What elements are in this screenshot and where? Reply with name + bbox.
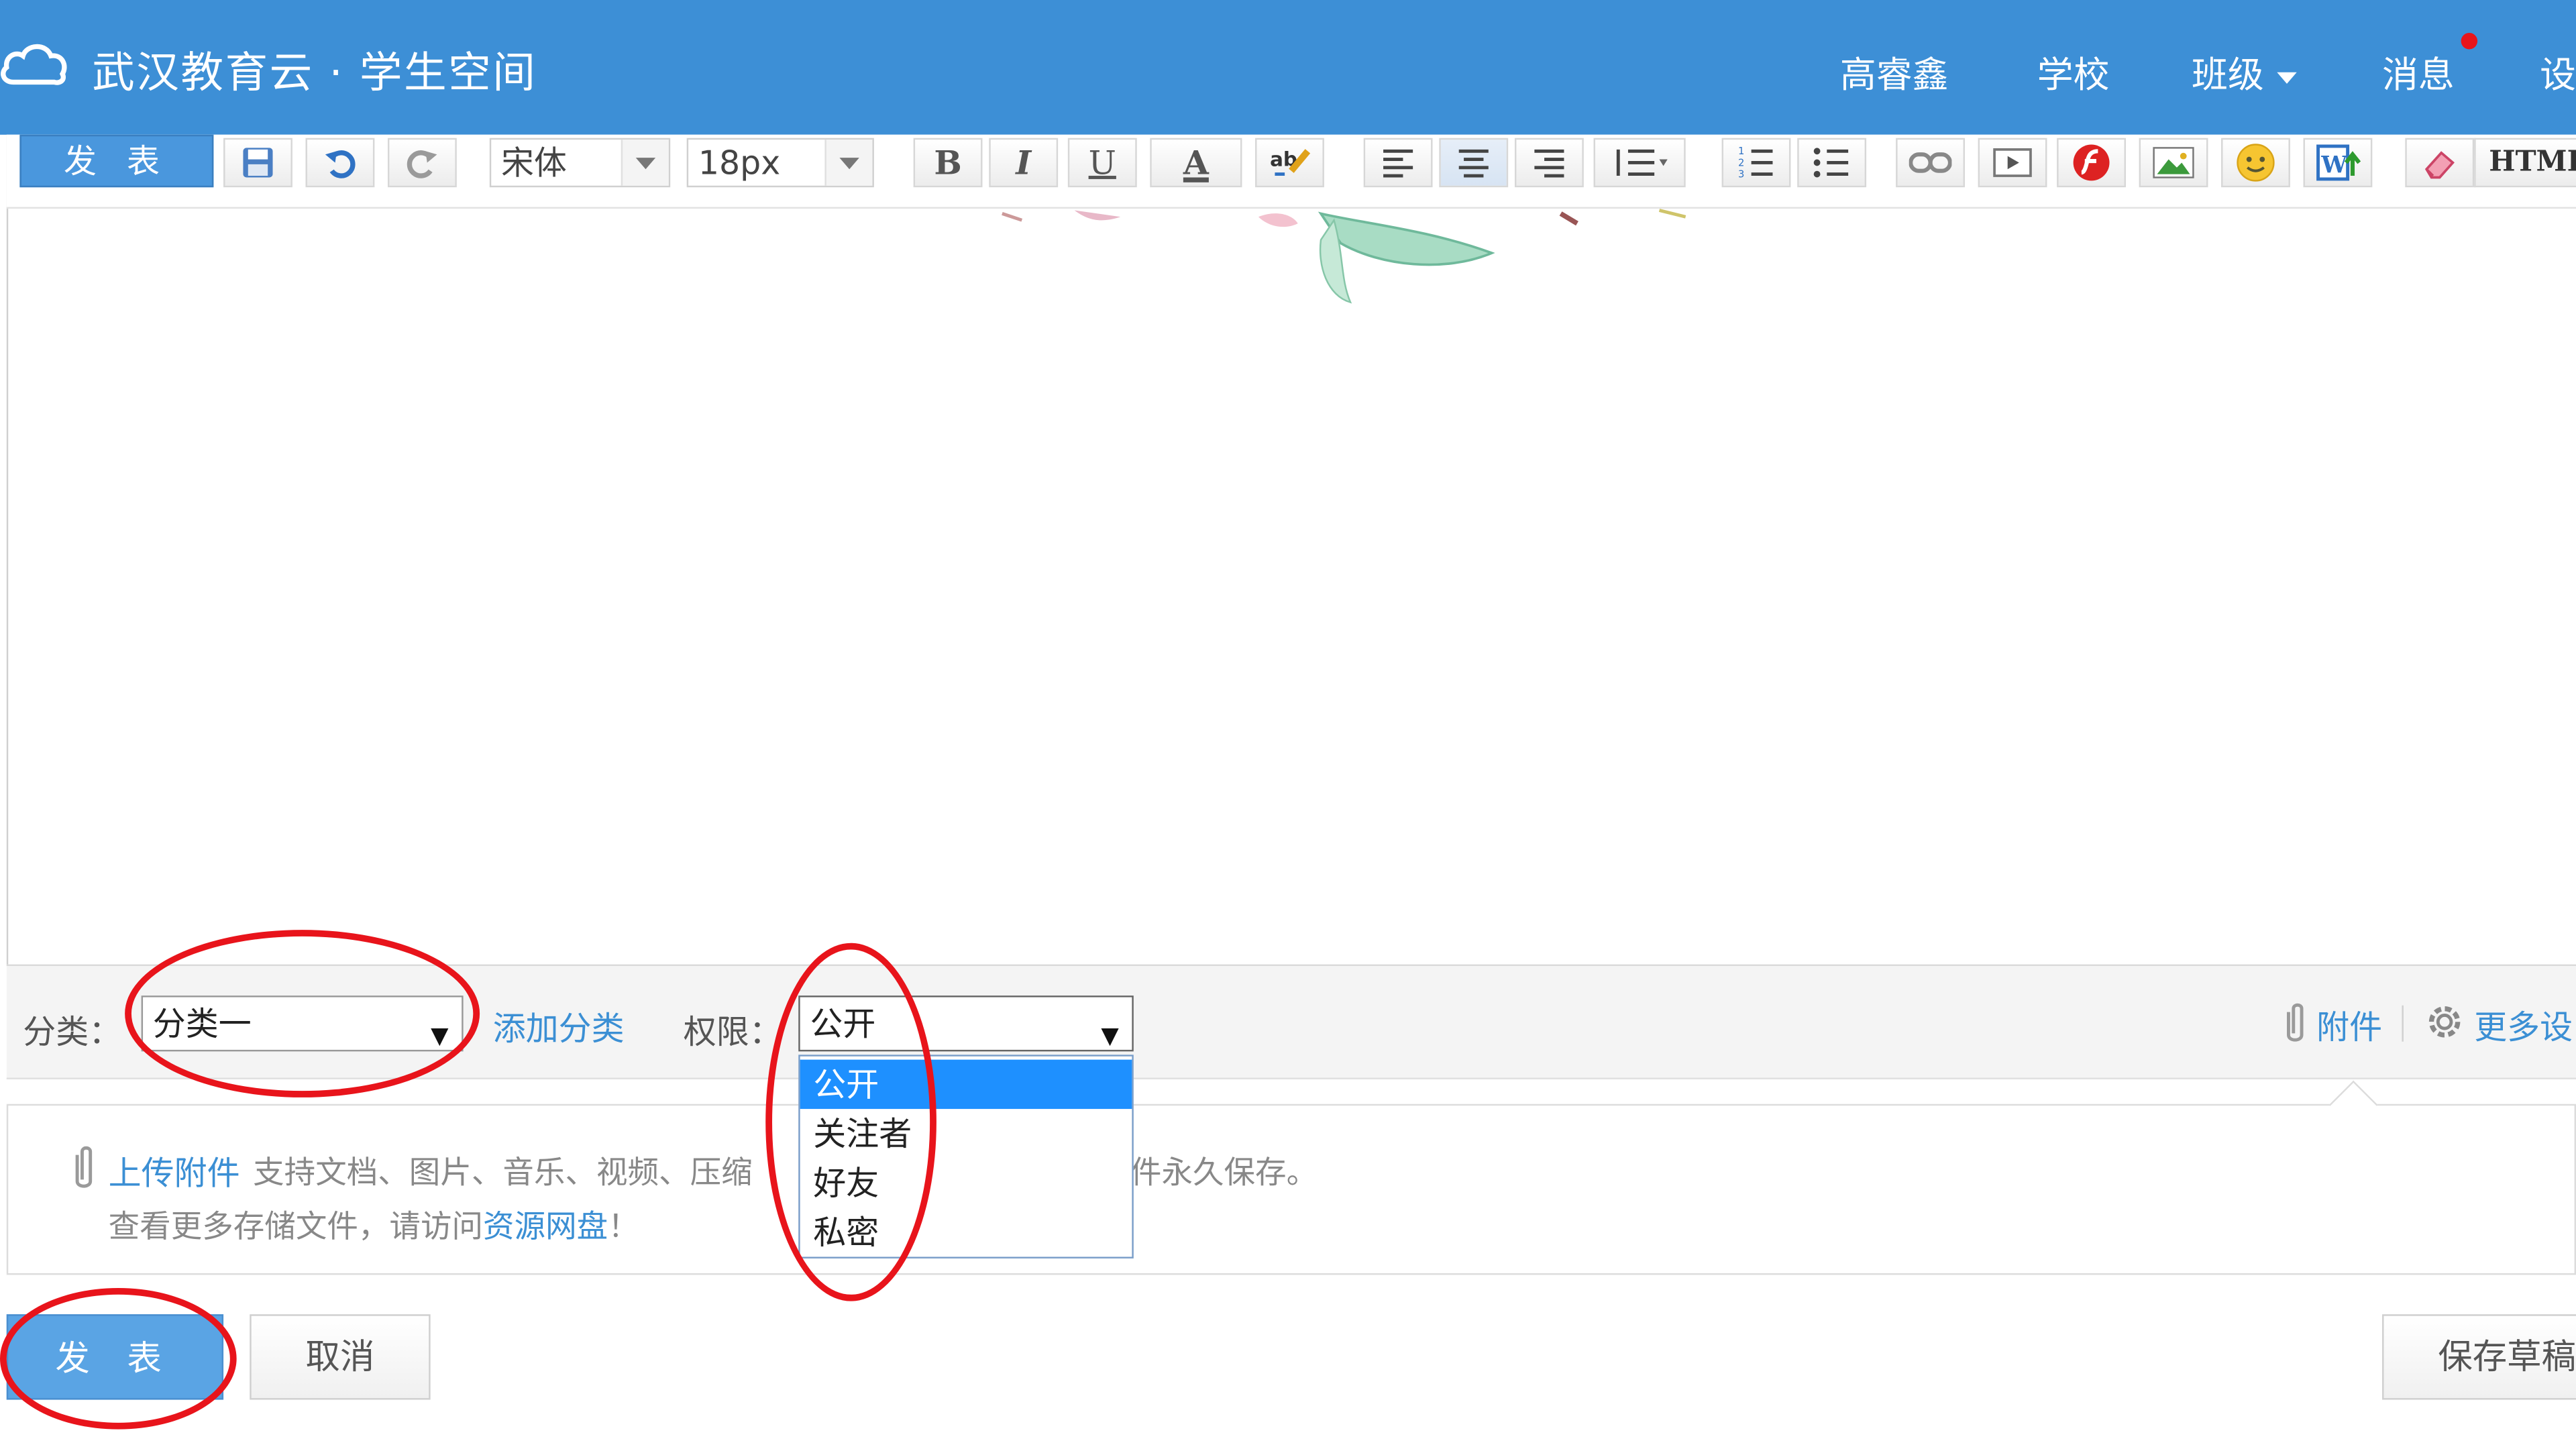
floral-decoration-image — [1002, 209, 1686, 304]
save-draft-button[interactable]: 保存草稿 — [2382, 1314, 2576, 1400]
align-right-icon[interactable] — [1514, 138, 1584, 188]
video-icon[interactable] — [1978, 138, 2047, 188]
emoticon-icon[interactable] — [2221, 138, 2290, 188]
annotation-circle — [765, 943, 936, 1301]
image-icon[interactable] — [2139, 138, 2208, 188]
word-import-icon[interactable]: W — [2303, 138, 2373, 188]
align-center-icon[interactable] — [1439, 138, 1509, 188]
add-category-link[interactable]: 添加分类 — [493, 1002, 625, 1050]
svg-text:1: 1 — [1738, 146, 1744, 157]
redo-icon[interactable] — [387, 138, 457, 188]
link-icon[interactable] — [1896, 138, 1966, 188]
nav-school[interactable]: 学校 — [2037, 46, 2110, 99]
nav-messages[interactable]: 消息 — [2382, 46, 2455, 99]
storage-hint-suffix: ！ — [608, 1209, 639, 1246]
nav-user-name[interactable]: 高睿鑫 — [1840, 46, 1949, 99]
annotation-circle — [0, 1288, 237, 1430]
more-settings-link[interactable]: 更多设 — [2474, 1000, 2573, 1048]
site-title[interactable]: 武汉教育云 · 学生空间 — [92, 40, 537, 101]
notification-dot — [2461, 32, 2478, 50]
resource-disk-link[interactable]: 资源网盘 — [483, 1209, 608, 1245]
chevron-down-icon — [824, 140, 873, 186]
category-label: 分类： — [23, 1012, 122, 1052]
align-left-icon[interactable] — [1363, 138, 1433, 188]
undo-icon[interactable] — [305, 138, 375, 188]
italic-icon[interactable]: I — [989, 138, 1059, 188]
attachment-desc-part1: 支持文档、图片、音乐、视频、压缩 — [253, 1155, 753, 1191]
gear-icon[interactable] — [2422, 999, 2468, 1045]
font-size-value: 18px — [698, 143, 781, 182]
paperclip-icon — [75, 1146, 93, 1188]
font-size-select[interactable]: 18px — [686, 138, 874, 188]
chevron-down-icon — [621, 140, 669, 186]
underline-icon[interactable]: U — [1067, 138, 1137, 188]
font-family-select[interactable]: 宋体 — [489, 138, 671, 188]
upload-attachment-link[interactable]: 上传附件 — [109, 1146, 240, 1194]
storage-hint: 查看更多存储文件，请访问资源网盘！ — [109, 1203, 639, 1247]
svg-text:2: 2 — [1738, 157, 1744, 168]
font-family-value: 宋体 — [500, 143, 567, 182]
html-source-button[interactable]: HTML — [2474, 138, 2576, 188]
svg-text:W: W — [2320, 152, 2347, 178]
save-icon[interactable] — [223, 138, 292, 188]
svg-text:3: 3 — [1738, 168, 1744, 180]
annotation-circle — [125, 930, 480, 1097]
permission-label: 权限： — [683, 1012, 782, 1052]
line-height-icon[interactable] — [1593, 138, 1686, 188]
nav-settings[interactable]: 设 — [2540, 46, 2576, 99]
spellcheck-icon[interactable]: ab — [1255, 138, 1324, 188]
font-color-icon[interactable]: A — [1150, 138, 1242, 188]
divider — [2402, 1005, 2404, 1042]
nav-class[interactable]: 班级 — [2192, 46, 2297, 99]
attachment-link[interactable]: 附件 — [2316, 1000, 2382, 1048]
chevron-down-icon — [2277, 71, 2297, 83]
paperclip-icon — [2287, 1003, 2304, 1042]
nav-class-label: 班级 — [2191, 56, 2264, 97]
cancel-button[interactable]: 取消 — [250, 1314, 431, 1400]
bold-icon[interactable]: B — [913, 138, 983, 188]
eraser-icon[interactable] — [2405, 138, 2475, 188]
attachment-desc-part2: 件永久保存。 — [1130, 1155, 1318, 1191]
unordered-list-icon[interactable] — [1797, 138, 1867, 188]
storage-hint-prefix: 查看更多存储文件，请访问 — [108, 1209, 484, 1246]
flash-icon[interactable] — [2057, 138, 2127, 188]
cloud-logo-icon — [1, 44, 67, 85]
ordered-list-icon[interactable]: 123 — [1721, 138, 1791, 188]
publish-top-button[interactable]: 发 表 — [19, 134, 214, 188]
